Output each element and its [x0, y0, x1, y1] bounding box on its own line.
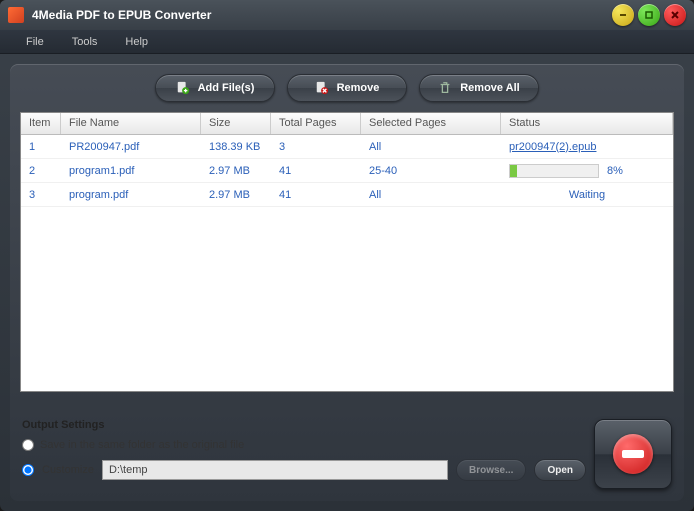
progress-fill [510, 165, 517, 177]
cell-filename: program.pdf [61, 189, 201, 201]
grid-header: Item File Name Size Total Pages Selected… [21, 113, 673, 135]
cell-total-pages: 41 [271, 165, 361, 177]
open-button[interactable]: Open [534, 459, 586, 481]
cell-selected-pages: 25-40 [361, 165, 501, 177]
menu-file[interactable]: File [12, 32, 58, 52]
status-waiting: Waiting [509, 189, 665, 201]
add-file-icon [176, 81, 190, 95]
cell-size: 138.39 KB [201, 141, 271, 153]
cell-total-pages: 41 [271, 189, 361, 201]
customize-radio[interactable] [22, 464, 34, 476]
cell-total-pages: 3 [271, 141, 361, 153]
col-size[interactable]: Size [201, 113, 271, 134]
customize-label: Customize [42, 464, 94, 476]
remove-all-label: Remove All [460, 82, 520, 94]
cell-item: 2 [21, 165, 61, 177]
cell-item: 3 [21, 189, 61, 201]
col-status[interactable]: Status [501, 113, 673, 134]
remove-button[interactable]: Remove [287, 74, 407, 102]
cell-size: 2.97 MB [201, 189, 271, 201]
cell-status: 8% [501, 164, 673, 178]
output-settings: Output Settings Save in the same folder … [22, 419, 586, 489]
minimize-button[interactable] [612, 4, 634, 26]
same-folder-row: Save in the same folder as the original … [22, 439, 586, 451]
content-panel: Add File(s) Remove Remove All Item File … [10, 64, 684, 501]
titlebar: 4Media PDF to EPUB Converter [0, 0, 694, 30]
table-row[interactable]: 3program.pdf2.97 MB41All Waiting [21, 183, 673, 207]
remove-label: Remove [337, 82, 380, 94]
cell-status: pr200947(2).epub [501, 141, 673, 153]
toolbar: Add File(s) Remove Remove All [20, 74, 674, 102]
progress-bar [509, 164, 599, 178]
table-row[interactable]: 1PR200947.pdf138.39 KB3All pr200947(2).ep… [21, 135, 673, 159]
table-row[interactable]: 2program1.pdf2.97 MB4125-40 8% [21, 159, 673, 183]
menu-help[interactable]: Help [111, 32, 162, 52]
file-grid: Item File Name Size Total Pages Selected… [20, 112, 674, 392]
same-folder-radio[interactable] [22, 439, 34, 451]
col-item[interactable]: Item [21, 113, 61, 134]
cell-selected-pages: All [361, 189, 501, 201]
output-path-input[interactable] [102, 460, 448, 480]
cell-item: 1 [21, 141, 61, 153]
cell-filename: program1.pdf [61, 165, 201, 177]
progress-text: 8% [607, 165, 623, 177]
grid-body: 1PR200947.pdf138.39 KB3Allpr200947(2).ep… [21, 135, 673, 207]
stop-button[interactable] [594, 419, 672, 489]
app-title: 4Media PDF to EPUB Converter [32, 8, 608, 22]
cell-selected-pages: All [361, 141, 501, 153]
col-selected-pages[interactable]: Selected Pages [361, 113, 501, 134]
cell-filename: PR200947.pdf [61, 141, 201, 153]
maximize-button[interactable] [638, 4, 660, 26]
customize-row: Customize Browse... Open [22, 459, 586, 481]
cell-size: 2.97 MB [201, 165, 271, 177]
trash-icon [438, 81, 452, 95]
col-filename[interactable]: File Name [61, 113, 201, 134]
close-button[interactable] [664, 4, 686, 26]
cell-status: Waiting [501, 189, 673, 201]
stop-icon [613, 434, 653, 474]
menu-tools[interactable]: Tools [58, 32, 112, 52]
app-window: 4Media PDF to EPUB Converter File Tools … [0, 0, 694, 511]
output-file-link[interactable]: pr200947(2).epub [509, 141, 596, 153]
remove-file-icon [315, 81, 329, 95]
browse-button[interactable]: Browse... [456, 459, 526, 481]
menubar: File Tools Help [0, 30, 694, 54]
add-files-button[interactable]: Add File(s) [155, 74, 275, 102]
output-title: Output Settings [22, 419, 586, 431]
add-files-label: Add File(s) [198, 82, 255, 94]
same-folder-label: Save in the same folder as the original … [40, 439, 244, 451]
app-icon [8, 7, 24, 23]
progress-wrap: 8% [509, 164, 665, 178]
col-total-pages[interactable]: Total Pages [271, 113, 361, 134]
remove-all-button[interactable]: Remove All [419, 74, 539, 102]
